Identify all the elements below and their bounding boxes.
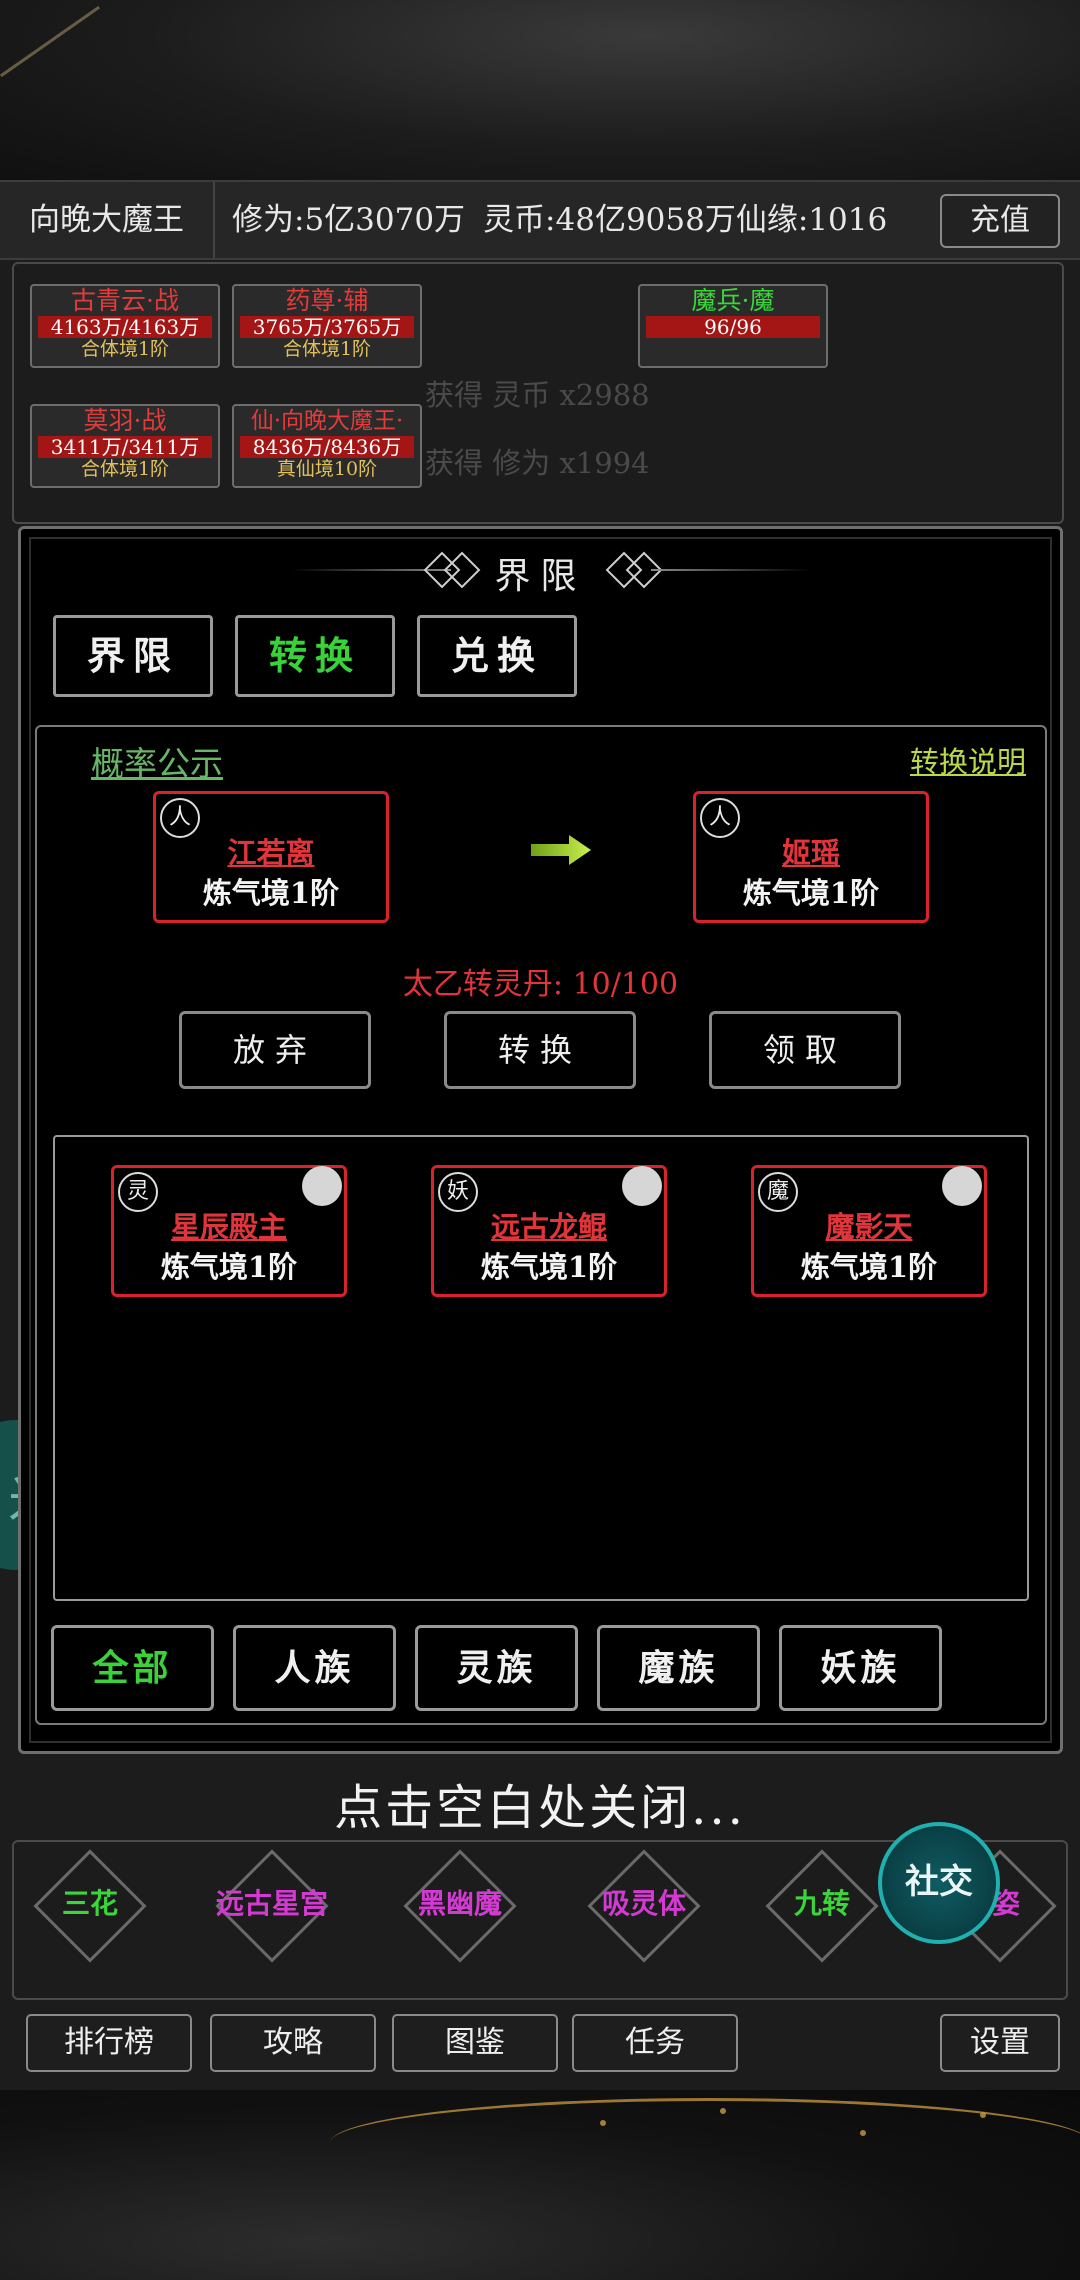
hero-level: 炼气境1阶 [742, 876, 880, 910]
decorative-dust [860, 2130, 866, 2136]
card-hp: 8436万/8436万 [240, 436, 414, 458]
fate-value: 仙缘:1016 [735, 202, 888, 238]
card-level: 合体境1阶 [80, 338, 170, 360]
card-title: 药尊·辅 [285, 286, 369, 315]
filter-monster[interactable]: 妖族 [779, 1625, 942, 1711]
select-radio[interactable] [622, 1166, 662, 1206]
decorative-dust [720, 2108, 726, 2114]
team-card[interactable]: 魔兵·魔 96/96 [638, 284, 828, 368]
skill-label[interactable]: 吸灵体 [554, 1882, 734, 1922]
player-name: 向晚大魔王 [0, 182, 215, 258]
social-button[interactable]: 社交 [878, 1822, 1000, 1944]
hero-level: 炼气境1阶 [160, 1250, 298, 1284]
background-top [0, 0, 1080, 180]
settings-button[interactable]: 设置 [940, 2014, 1060, 2072]
arrow-right-icon [531, 835, 591, 865]
card-title: 仙·向晚大魔王· [250, 408, 404, 434]
filter-spirit[interactable]: 灵族 [415, 1625, 578, 1711]
skill-label[interactable]: 黑幽魔 [370, 1882, 550, 1922]
skill-label[interactable]: 远古星宫 [182, 1882, 362, 1922]
team-card[interactable]: 仙·向晚大魔王· 8436万/8436万 真仙境10阶 [232, 404, 422, 488]
loot-message: 获得 灵币 x2988 [425, 378, 650, 412]
loot-message: 获得 修为 x1994 [425, 446, 650, 480]
filter-human[interactable]: 人族 [233, 1625, 396, 1711]
decorative-dust [600, 2120, 606, 2126]
card-level [640, 338, 826, 360]
candidate-card[interactable]: 魔 魔影天 炼气境1阶 [751, 1165, 987, 1297]
filter-all[interactable]: 全部 [51, 1625, 214, 1711]
dialog-title: 界限 [494, 556, 587, 597]
hero-name: 星辰殿主 [170, 1210, 287, 1244]
card-hp: 3411万/3411万 [38, 436, 212, 458]
abandon-button[interactable]: 放弃 [179, 1011, 371, 1089]
team-card[interactable]: 莫羽·战 3411万/3411万 合体境1阶 [30, 404, 220, 488]
candidate-card[interactable]: 灵 星辰殿主 炼气境1阶 [111, 1165, 347, 1297]
target-hero-card[interactable]: 人 姬瑶 炼气境1阶 [693, 791, 929, 923]
boundary-dialog: 界限 界限 转换 兑换 概率公示 转换说明 人 江若离 炼气境1阶 人 姬瑶 炼… [18, 526, 1063, 1754]
card-hp: 4163万/4163万 [38, 316, 212, 338]
tab-convert[interactable]: 转换 [235, 615, 395, 697]
guide-button[interactable]: 攻略 [210, 2014, 376, 2072]
hero-level: 炼气境1阶 [202, 876, 340, 910]
select-radio[interactable] [942, 1166, 982, 1206]
hero-name: 姬瑶 [781, 836, 840, 870]
title-ornament [651, 569, 811, 571]
hero-name: 江若离 [227, 836, 315, 870]
cultivation-value: 修为:5亿3070万 [232, 202, 466, 238]
tab-boundary[interactable]: 界限 [53, 615, 213, 697]
candidate-card[interactable]: 妖 远古龙鲲 炼气境1阶 [431, 1165, 667, 1297]
ranking-button[interactable]: 排行榜 [26, 2014, 192, 2072]
coins-value: 灵币:48亿9058万 [483, 202, 736, 238]
select-radio[interactable] [302, 1166, 342, 1206]
claim-button[interactable]: 领取 [709, 1011, 901, 1089]
card-title: 古青云·战 [71, 286, 179, 315]
decorative-dust [980, 2112, 986, 2118]
decorative-gold-arc [330, 2098, 1080, 2188]
source-hero-card[interactable]: 人 江若离 炼气境1阶 [153, 791, 389, 923]
resource-stats: 修为:5亿3070万 灵币:48亿9058万仙缘:1016 [232, 182, 905, 258]
atlas-button[interactable]: 图鉴 [392, 2014, 558, 2072]
convert-description-link[interactable]: 转换说明 [910, 739, 1026, 781]
tasks-button[interactable]: 任务 [572, 2014, 738, 2072]
filter-demon[interactable]: 魔族 [597, 1625, 760, 1711]
hero-name: 魔影天 [825, 1210, 913, 1244]
team-card[interactable]: 药尊·辅 3765万/3765万 合体境1阶 [232, 284, 422, 368]
pill-count: 太乙转灵丹: 10/100 [402, 967, 679, 1002]
hero-level: 炼气境1阶 [480, 1250, 618, 1284]
convert-button[interactable]: 转换 [444, 1011, 636, 1089]
card-level: 合体境1阶 [80, 458, 170, 480]
hero-name: 远古龙鲲 [490, 1210, 607, 1244]
skill-label[interactable]: 三花 [0, 1882, 180, 1922]
card-title: 莫羽·战 [83, 406, 167, 435]
card-title: 魔兵·魔 [691, 286, 775, 315]
card-level: 合体境1阶 [282, 338, 372, 360]
top-status-bar: 向晚大魔王 修为:5亿3070万 灵币:48亿9058万仙缘:1016 充值 [0, 180, 1080, 260]
hero-level: 炼气境1阶 [800, 1250, 938, 1284]
card-hp: 96/96 [646, 316, 820, 338]
recharge-button[interactable]: 充值 [940, 194, 1060, 248]
probability-link[interactable]: 概率公示 [91, 737, 223, 785]
team-card[interactable]: 古青云·战 4163万/4163万 合体境1阶 [30, 284, 220, 368]
tab-exchange[interactable]: 兑换 [417, 615, 577, 697]
card-level: 真仙境10阶 [276, 458, 378, 480]
card-hp: 3765万/3765万 [240, 316, 414, 338]
